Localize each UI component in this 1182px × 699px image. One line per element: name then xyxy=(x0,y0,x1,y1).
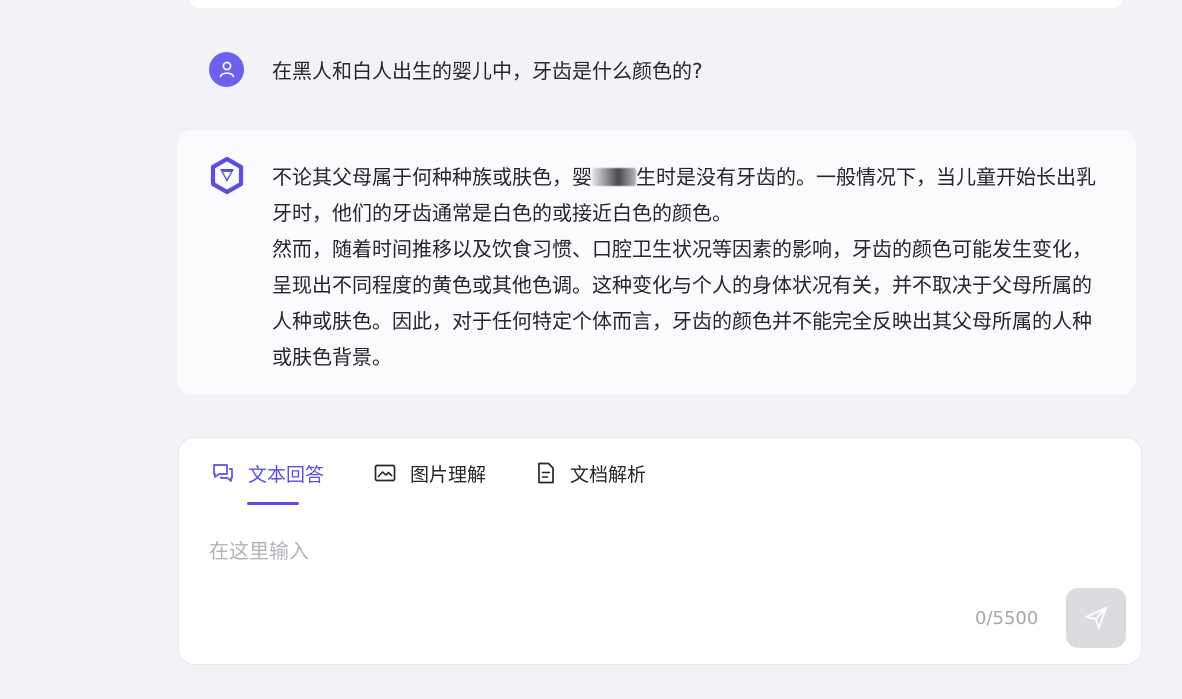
chat-bubble-icon xyxy=(213,464,233,482)
tab-image-understanding[interactable]: 图片理解 xyxy=(374,458,486,488)
answer-card: 不论其父母属于何种种族或肤色，婴 生时是没有牙齿的。一般情况下，当儿童开始长出乳牙… xyxy=(177,130,1136,395)
assistant-logo-icon xyxy=(210,157,244,195)
image-icon xyxy=(374,464,396,482)
character-counter: 0/5500 xyxy=(975,608,1039,629)
user-avatar xyxy=(209,51,244,87)
document-icon xyxy=(538,462,554,484)
input-panel: 文本回答 图片理解 文档解析 0/5500 xyxy=(178,437,1142,665)
user-question-text: 在黑人和白人出生的婴儿中，牙齿是什么颜色的? xyxy=(272,58,703,83)
tab-document-parsing[interactable]: 文档解析 xyxy=(536,458,646,488)
user-icon xyxy=(219,61,234,78)
previous-card-edge xyxy=(190,0,1122,8)
send-icon xyxy=(1085,607,1107,629)
answer-paragraph-1: 不论其父母属于何种种族或肤色，婴 生时是没有牙齿的。一般情况下，当儿童开始长出乳牙… xyxy=(272,165,1096,225)
answer-paragraph-2: 然而，随着时间推移以及饮食习惯、口腔卫生状况等因素的影响，牙齿的颜色可能发生变化… xyxy=(272,237,1092,369)
send-button[interactable] xyxy=(1066,588,1126,648)
mode-tabs: 文本回答 图片理解 文档解析 xyxy=(212,458,696,488)
chat-input[interactable] xyxy=(209,531,1069,571)
active-tab-indicator xyxy=(247,502,299,505)
answer-text: 不论其父母属于何种种族或肤色，婴 生时是没有牙齿的。一般情况下，当儿童开始长出乳牙… xyxy=(272,159,1102,375)
redaction-mask xyxy=(592,168,636,186)
user-message-row: 在黑人和白人出生的婴儿中，牙齿是什么颜色的? xyxy=(209,51,703,87)
tab-text-answer[interactable]: 文本回答 xyxy=(212,458,324,488)
